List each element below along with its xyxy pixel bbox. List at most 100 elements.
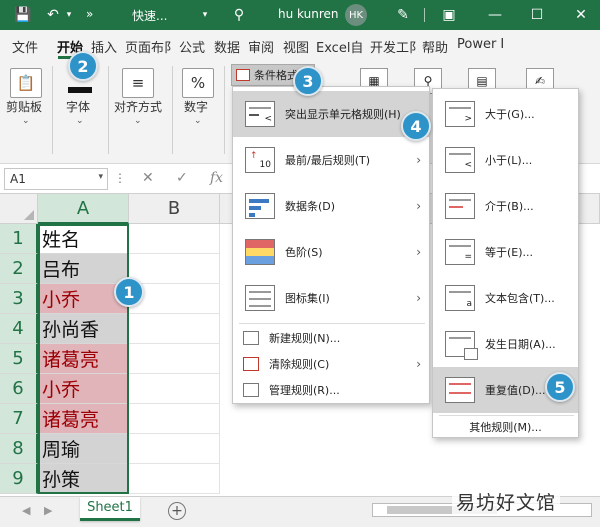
submenu-item-less-than[interactable]: < 小于(L)... [433,137,578,183]
cell-b7[interactable] [129,404,220,434]
color-scales-icon [245,239,275,265]
submenu-item-label: 其他规则(M)... [469,421,542,434]
minimize-icon[interactable]: — [486,6,504,24]
tab-insert[interactable]: 插入 [91,37,117,56]
cell-b9[interactable] [129,464,220,494]
tab-power[interactable]: Power I [457,37,504,52]
document-title[interactable]: 快速... [132,7,167,24]
between-icon [445,193,475,219]
cell-a1[interactable]: 姓名 [38,224,129,254]
select-all-corner[interactable] [0,194,38,224]
conditional-format-icon [236,69,250,81]
cell-a6[interactable]: 小乔 [38,374,129,404]
save-icon[interactable]: 💾 [14,6,32,24]
user-name[interactable]: hu kunren [278,7,338,21]
number-group[interactable]: % 数字 ⌄ [174,60,222,164]
submenu-item-more-rules[interactable]: 其他规则(M)... [433,416,578,438]
tab-review[interactable]: 审阅 [248,37,274,56]
cell-a7[interactable]: 诸葛亮 [38,404,129,434]
alignment-group[interactable]: ≡ 对齐方式 ⌄ [110,60,166,164]
menu-item-icon-sets[interactable]: 图标集(I) › [233,275,429,321]
cell-b4[interactable] [129,314,220,344]
formula-bar-handle[interactable]: ⋮ [114,171,126,185]
row-header[interactable]: 4 [0,314,38,344]
close-icon[interactable]: ✕ [572,6,590,24]
submenu-item-text-contains[interactable]: a 文本包含(T)... [433,275,578,321]
tab-view[interactable]: 视图 [283,37,309,56]
cell-b5[interactable] [129,344,220,374]
row-header[interactable]: 3 [0,284,38,314]
row-header[interactable]: 9 [0,464,38,494]
maximize-icon[interactable]: ☐ [528,6,546,24]
tab-file[interactable]: 文件 [12,37,38,56]
menu-item-highlight-rules[interactable]: < 突出显示单元格规则(H) › [233,91,429,137]
submenu-item-label: 重复值(D)... [485,384,546,397]
column-header-a[interactable]: A [38,194,129,224]
cell-a5[interactable]: 诸葛亮 [38,344,129,374]
cell-b2[interactable] [129,254,220,284]
undo-dropdown-icon[interactable]: ▾ [60,6,78,24]
name-box-value: A1 [10,172,26,186]
menu-item-new-rule[interactable]: 新建规则(N)... [233,325,429,351]
cell-a2[interactable]: 吕布 [38,254,129,284]
submenu-item-equal-to[interactable]: = 等于(E)... [433,229,578,275]
cancel-icon[interactable]: ✕ [142,170,154,186]
tab-formulas[interactable]: 公式 [179,37,205,56]
tab-page-layout[interactable]: 页面布⻖ [125,37,177,56]
watermark: 易坊好文馆 [452,487,561,516]
menu-item-label: 清除规则(C) [269,358,330,371]
more-commands[interactable]: » [86,7,93,21]
chevron-right-icon: › [416,153,421,167]
row-header[interactable]: 7 [0,404,38,434]
chevron-down-icon: ▾ [98,172,103,182]
cell-b6[interactable] [129,374,220,404]
submenu-item-between[interactable]: 介于(B)... [433,183,578,229]
menu-item-top-bottom-rules[interactable]: ↑ 10 最前/最后规则(T) › [233,137,429,183]
menu-item-clear-rules[interactable]: 清除规则(C) › [233,351,429,377]
title-bar: 💾 ↶ ▾ » 快速... ▾ ⚲ hu kunren HK ✎ ▣ — ☐ ✕ [0,0,600,30]
submenu-item-greater-than[interactable]: > 大于(G)... [433,91,578,137]
menu-item-color-scales[interactable]: 色阶(S) › [233,229,429,275]
insert-function-icon[interactable]: fx [210,170,223,186]
tab-developer[interactable]: 开发工⻖ [370,37,422,56]
menu-item-data-bars[interactable]: 数据条(D) › [233,183,429,229]
cell-a8[interactable]: 周瑜 [38,434,129,464]
column-header-b[interactable]: B [129,194,220,224]
search-icon[interactable]: ⚲ [230,6,248,24]
row-header[interactable]: 6 [0,374,38,404]
equal-to-icon: = [445,239,475,265]
tab-excel-addin[interactable]: Excel自 [316,37,363,56]
step-badge-3: 3 [293,66,323,96]
date-occurring-icon [445,331,478,360]
next-sheet-icon[interactable]: ▶ [44,504,52,517]
name-box[interactable]: A1 ▾ [4,168,108,190]
row-header[interactable]: 2 [0,254,38,284]
clipboard-group[interactable]: 📋 剪贴板 ⌄ [0,60,52,164]
cell-b1[interactable] [129,224,220,254]
menu-item-label: 数据条(D) [285,200,336,213]
step-badge-2: 2 [68,51,98,81]
chevron-down-icon: ⌄ [194,116,202,126]
row-header[interactable]: 8 [0,434,38,464]
title-dropdown-icon[interactable]: ▾ [196,6,214,24]
row-header[interactable]: 1 [0,224,38,254]
menu-item-label: 色阶(S) [285,246,323,259]
cell-a4[interactable]: 孙尚香 [38,314,129,344]
menu-item-manage-rules[interactable]: 管理规则(R)... [233,377,429,403]
text-contains-icon: a [445,285,475,311]
pen-icon[interactable]: ✎ [394,6,412,24]
avatar[interactable]: HK [345,4,367,26]
submenu-item-date-occurring[interactable]: 发生日期(A)... [433,321,578,367]
sheet-tab-sheet1[interactable]: Sheet1 [80,497,140,521]
cell-b8[interactable] [129,434,220,464]
ribbon-display-icon[interactable]: ▣ [440,6,458,24]
check-icon[interactable]: ✓ [176,170,188,186]
add-sheet-icon[interactable]: + [168,502,186,520]
manage-rules-icon [243,383,259,397]
row-header[interactable]: 5 [0,344,38,374]
tab-help[interactable]: 帮助 [422,37,448,56]
cell-a9[interactable]: 孙策 [38,464,129,494]
number-label: 数字 [184,100,209,114]
tab-data[interactable]: 数据 [214,37,240,56]
prev-sheet-icon[interactable]: ◀ [22,504,30,517]
